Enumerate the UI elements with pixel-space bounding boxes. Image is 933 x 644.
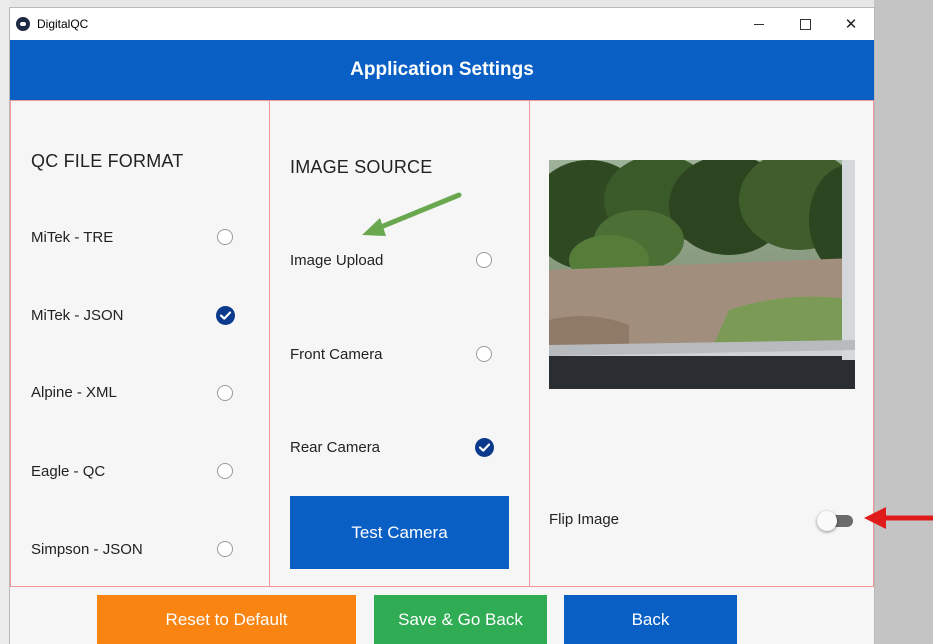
radio-front-camera[interactable] <box>476 346 492 362</box>
window-view-photo <box>549 160 855 389</box>
radio-mitek-tre[interactable] <box>217 229 233 245</box>
option-label-simpson-json: Simpson - JSON <box>31 541 143 558</box>
radio-mitek-json[interactable] <box>216 306 235 325</box>
option-label-front-camera: Front Camera <box>290 346 383 363</box>
toggle-knob <box>817 511 837 531</box>
option-label-alpine-xml: Alpine - XML <box>31 384 117 401</box>
background-strip-right <box>874 0 933 644</box>
page-title: Application Settings <box>350 59 534 80</box>
maximize-button[interactable] <box>782 8 828 40</box>
radio-eagle-qc[interactable] <box>217 463 233 479</box>
radio-simpson-json[interactable] <box>217 541 233 557</box>
page-header: Application Settings <box>10 40 874 100</box>
close-button[interactable]: ✕ <box>828 8 874 40</box>
radio-image-upload[interactable] <box>476 252 492 268</box>
test-camera-button[interactable]: Test Camera <box>290 496 509 569</box>
app-logo-icon <box>16 17 30 31</box>
background-strip-left <box>0 0 10 644</box>
check-icon <box>219 311 232 320</box>
qc-file-format-panel: QC FILE FORMAT MiTek - TRE MiTek - JSON … <box>10 100 270 587</box>
close-icon: ✕ <box>844 15 858 33</box>
background-strip-top <box>0 0 933 8</box>
minimize-icon <box>754 23 764 25</box>
window-title: DigitalQC <box>37 17 89 31</box>
camera-preview-image <box>549 160 855 389</box>
maximize-icon <box>799 18 811 30</box>
option-label-rear-camera: Rear Camera <box>290 439 381 456</box>
image-source-panel: IMAGE SOURCE Image Upload Front Camera R… <box>269 100 530 587</box>
preview-panel: Flip Image <box>529 100 874 587</box>
option-label-eagle-qc: Eagle - QC <box>31 463 106 480</box>
flip-image-label: Flip Image <box>549 511 620 528</box>
image-source-title: IMAGE SOURCE <box>290 157 433 177</box>
option-label-mitek-json: MiTek - JSON <box>31 307 124 324</box>
reset-to-default-button[interactable]: Reset to Default <box>97 595 356 644</box>
radio-rear-camera[interactable] <box>475 438 494 457</box>
radio-alpine-xml[interactable] <box>217 385 233 401</box>
app-window: DigitalQC ✕ Application Settings QC FILE… <box>10 8 874 644</box>
minimize-button[interactable] <box>736 8 782 40</box>
save-and-go-back-button[interactable]: Save & Go Back <box>374 595 547 644</box>
qc-file-format-title: QC FILE FORMAT <box>31 151 184 171</box>
flip-image-toggle[interactable] <box>817 511 855 531</box>
back-button[interactable]: Back <box>564 595 737 644</box>
title-bar: DigitalQC ✕ <box>10 8 874 40</box>
check-icon <box>478 443 491 452</box>
option-label-image-upload: Image Upload <box>290 252 384 269</box>
option-label-mitek-tre: MiTek - TRE <box>31 229 114 246</box>
